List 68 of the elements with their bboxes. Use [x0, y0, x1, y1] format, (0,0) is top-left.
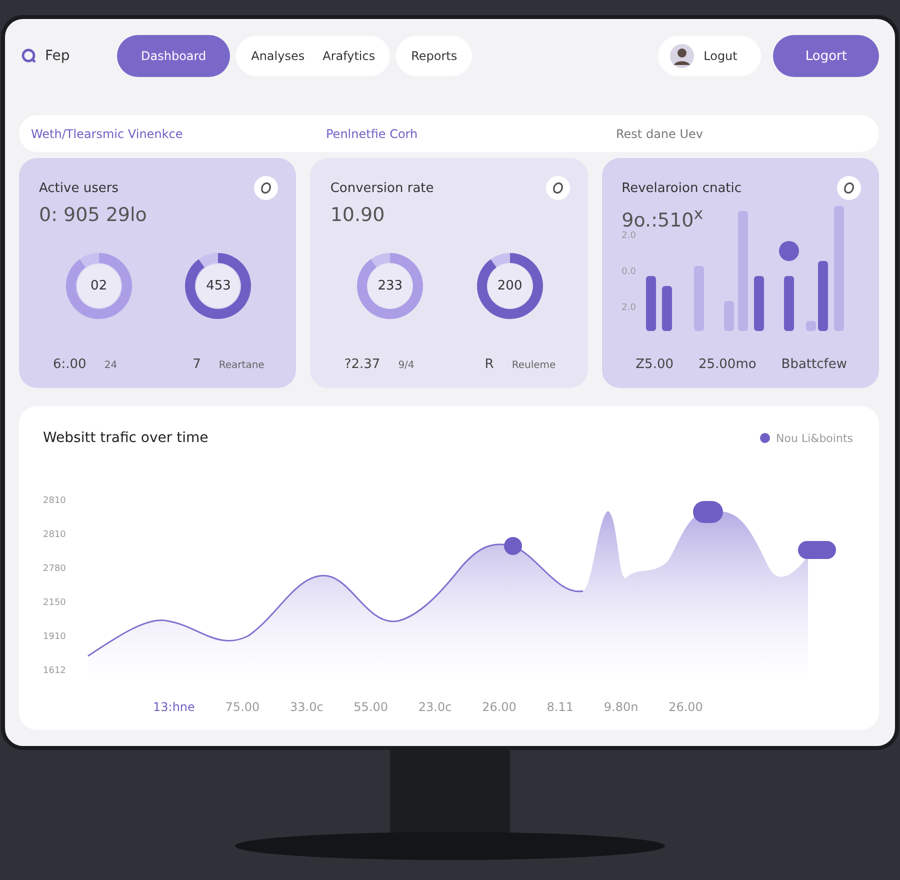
stat-text: Reuleme [512, 360, 556, 371]
axis-label: 2810 [43, 496, 66, 506]
chart-marker [692, 501, 723, 523]
donut-value: 200 [497, 278, 522, 294]
chart-title: Websitt trafic over time [43, 430, 208, 446]
donut-value: 233 [378, 278, 403, 294]
donut-value: 453 [206, 278, 231, 294]
stat-text: 7 [192, 357, 201, 372]
card-value: 9o.:510$^{x}$ [622, 204, 704, 232]
axis-label: 33.0c [290, 700, 324, 714]
axis-label: 2150 [43, 598, 66, 608]
axis-label: 8.11 [546, 700, 574, 714]
chart-bar [724, 301, 734, 332]
stat-text: 9/4 [398, 360, 414, 371]
ring-icon[interactable] [837, 176, 861, 200]
axis-label: 0.0 [622, 267, 636, 278]
logout-button[interactable]: Logort [773, 35, 879, 77]
axis-label: 75.00 [225, 700, 260, 714]
chart-bar [818, 261, 828, 332]
chart-bar [784, 276, 794, 332]
axis-label: 23.0c [418, 700, 452, 714]
search-icon [21, 48, 37, 64]
card-title: Revelaroion cnatic [622, 180, 742, 196]
axis-label: 2.0 [622, 303, 636, 314]
chart-bar [646, 276, 656, 332]
chart-bar [806, 321, 816, 332]
chart-marker [798, 541, 836, 559]
stat-text: Reartane [218, 360, 264, 371]
user-menu[interactable]: Logut [658, 36, 762, 76]
axis-label: 2.0 [622, 231, 636, 242]
ring-icon[interactable] [254, 176, 278, 200]
card-value: 0: 905 29lo [39, 204, 148, 226]
ring-icon[interactable] [546, 176, 570, 200]
chart-bar [662, 286, 672, 332]
axis-label: 1612 [43, 666, 66, 676]
chart-bar [754, 276, 764, 332]
stat-text: 24 [104, 360, 118, 371]
axis-label: 2810 [43, 530, 66, 540]
axis-label: 1910 [43, 632, 66, 642]
summary-link[interactable]: Penlnetfie Corh [326, 126, 616, 140]
axis-label: 2780 [43, 564, 66, 574]
axis-label: 26.00 [668, 700, 703, 714]
legend-label: Nou Li&boints [776, 432, 853, 444]
stat-text: 6:.00 [53, 357, 86, 372]
card-title: Conversion rate [330, 180, 434, 196]
nav-tab[interactable]: Analyses [242, 36, 314, 76]
logo-text: Fep [45, 48, 70, 64]
stat-text: R [484, 357, 494, 372]
stat-text: ?2.37 [344, 357, 380, 372]
axis-label: 55.00 [354, 700, 388, 714]
axis-label: 26.00 [482, 700, 516, 714]
card-value: 10.90 [330, 204, 386, 226]
chart-bar [694, 266, 704, 332]
avatar-icon [670, 44, 694, 68]
axis-label: 9.80n [604, 700, 638, 714]
nav-tab[interactable]: Dashboard [117, 35, 230, 77]
nav-tab[interactable]: Arafytics [314, 36, 384, 76]
card-title: Active users [39, 180, 118, 196]
summary-link[interactable]: Weth/Tlearsmic Vinenkce [31, 126, 326, 140]
axis-label: 13:hne [153, 700, 195, 714]
axis-label: 25.00mo [698, 357, 756, 372]
summary-link[interactable]: Rest dane Uev [616, 126, 867, 140]
legend-dot-icon [760, 433, 770, 443]
chart-marker [504, 537, 522, 555]
axis-label: Bbattcfew [781, 357, 847, 372]
axis-label: Z5.00 [636, 357, 674, 372]
donut-value: 02 [90, 278, 108, 294]
chart-marker [778, 241, 799, 262]
